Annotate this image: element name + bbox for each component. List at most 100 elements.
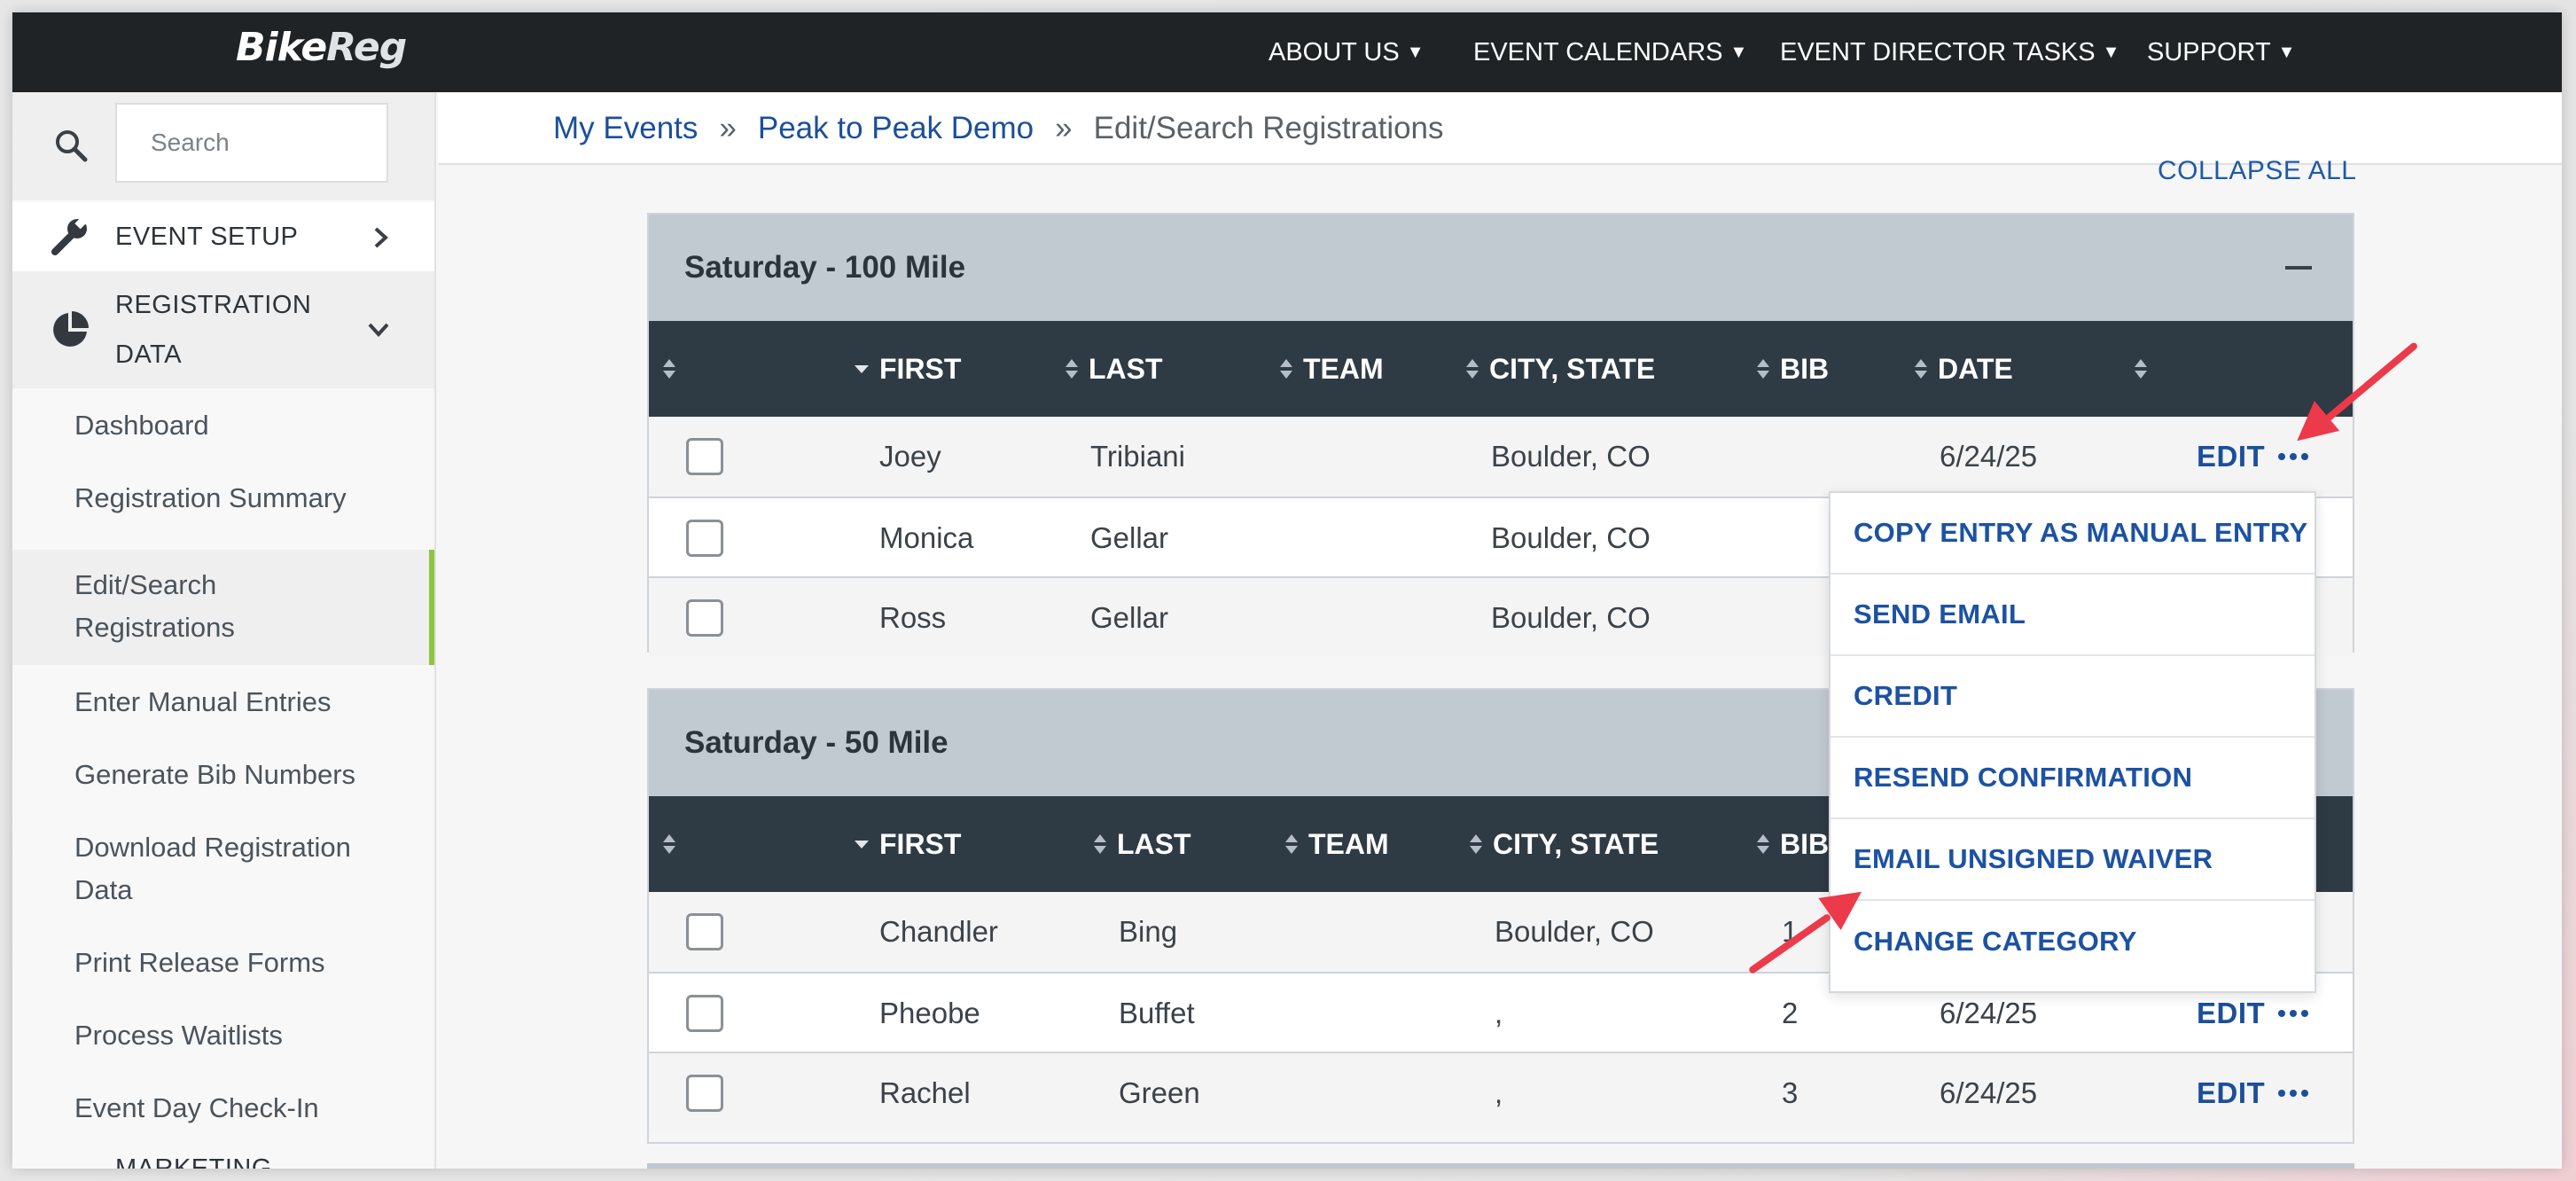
row-checkbox[interactable]: [686, 995, 723, 1032]
row-actions-dropdown: COPY ENTRY AS MANUAL ENTRY SEND EMAIL CR…: [1829, 491, 2316, 993]
edit-link[interactable]: EDIT: [2197, 1053, 2265, 1133]
row-checkbox[interactable]: [686, 599, 723, 637]
sidebar-section-label: REGISTRATION: [115, 291, 312, 319]
menu-item-copy-entry[interactable]: COPY ENTRY AS MANUAL ENTRY: [1831, 493, 2314, 575]
cell-bib: 2: [1782, 997, 1799, 1029]
nav-about-us[interactable]: ABOUT US ▼: [1268, 12, 1425, 92]
sort-icon: [663, 834, 675, 854]
sort-desc-icon: [855, 840, 869, 849]
cell-date: 6/24/25: [1940, 1076, 2038, 1109]
cell-city-state: ,: [1495, 997, 1503, 1029]
breadcrumb-separator: »: [1055, 111, 1073, 145]
column-bib[interactable]: BIB: [1757, 796, 1829, 892]
menu-item-resend-confirmation[interactable]: RESEND CONFIRMATION: [1831, 738, 2314, 819]
sort-icon: [1280, 359, 1292, 379]
sidebar-item-registration-summary[interactable]: Registration Summary: [74, 477, 347, 520]
more-options-icon[interactable]: [2278, 1053, 2308, 1133]
column-last[interactable]: LAST: [1066, 321, 1163, 417]
sort-icon: [1757, 834, 1769, 854]
group-header[interactable]: Saturday - 100 Mile: [649, 215, 2353, 321]
cell-last: Bing: [1119, 915, 1178, 948]
chevron-right-icon: [374, 227, 388, 248]
column-city-state[interactable]: CITY, STATE: [1466, 321, 1655, 417]
sidebar-item-event-day-check-in[interactable]: Event Day Check-In: [74, 1087, 319, 1130]
caret-down-icon: ▼: [2277, 42, 2296, 62]
row-checkbox[interactable]: [686, 1075, 723, 1112]
column-team[interactable]: TEAM: [1280, 321, 1384, 417]
sidebar-item-print-release-forms[interactable]: Print Release Forms: [74, 942, 325, 984]
cell-bib: 3: [1782, 1076, 1799, 1109]
nav-support[interactable]: SUPPORT ▼: [2147, 12, 2295, 92]
sidebar-item-process-waitlists[interactable]: Process Waitlists: [74, 1014, 283, 1057]
sort-icon: [1757, 359, 1769, 379]
bikereg-logo[interactable]: BikeReg: [236, 25, 407, 70]
cell-city-state: Boulder, CO: [1491, 601, 1651, 634]
search-input[interactable]: Search: [115, 103, 388, 183]
column-first[interactable]: FIRST: [855, 796, 961, 892]
wrench-icon: [51, 217, 87, 255]
sort-icon: [1470, 834, 1482, 854]
sidebar-item-dashboard[interactable]: Dashboard: [74, 404, 209, 447]
column-date[interactable]: DATE: [1915, 321, 2013, 417]
column-team[interactable]: TEAM: [1285, 796, 1389, 892]
cell-first: Rachel: [879, 1076, 971, 1109]
sidebar-item-label: Edit/Search: [74, 569, 217, 600]
breadcrumb-separator: »: [719, 111, 737, 145]
sidebar-section-label: MARKETING: [115, 1154, 272, 1169]
sidebar-item-edit-search-registrations[interactable]: Edit/Search Registrations: [12, 550, 434, 665]
breadcrumb: My Events » Peak to Peak Demo » Edit/Sea…: [553, 92, 1444, 165]
cell-city-state: Boulder, CO: [1491, 521, 1651, 554]
row-checkbox[interactable]: [686, 913, 723, 950]
cell-bib: 1: [1782, 915, 1799, 948]
pie-chart-icon: [53, 311, 89, 347]
search-icon[interactable]: [53, 128, 89, 163]
breadcrumb-event[interactable]: Peak to Peak Demo: [758, 111, 1034, 146]
menu-item-credit[interactable]: CREDIT: [1831, 656, 2314, 738]
sort-icon: [1466, 359, 1479, 379]
column-last[interactable]: LAST: [1094, 796, 1191, 892]
collapse-all-link[interactable]: COLLAPSE ALL: [2158, 156, 2356, 186]
column-city-state[interactable]: CITY, STATE: [1470, 796, 1659, 892]
row-checkbox[interactable]: [686, 520, 723, 557]
sort-icon: [1094, 834, 1106, 854]
next-group-header-edge: [647, 1163, 2354, 1169]
table-header: FIRST LAST TEAM CITY, STATE BIB DATE: [649, 321, 2353, 417]
menu-item-change-category[interactable]: CHANGE CATEGORY: [1831, 901, 2314, 982]
column-bib[interactable]: BIB: [1757, 321, 1829, 417]
cell-first: Joey: [879, 440, 941, 473]
column-first[interactable]: FIRST: [855, 321, 961, 417]
cell-city-state: ,: [1495, 1076, 1503, 1109]
column-actions[interactable]: [2135, 321, 2158, 417]
sort-icon: [2135, 359, 2147, 379]
cell-date: 6/24/25: [1940, 440, 2038, 473]
sort-icon: [1915, 359, 1927, 379]
cell-last: Green: [1119, 1076, 1200, 1109]
breadcrumb-bar: My Events » Peak to Peak Demo » Edit/Sea…: [438, 92, 2562, 165]
sidebar-section-label: DATA: [115, 340, 183, 369]
edit-link[interactable]: EDIT: [2197, 417, 2265, 497]
collapse-minus-icon[interactable]: [2285, 266, 2312, 270]
sidebar-search-row: Search: [12, 92, 434, 200]
sidebar-section-label: EVENT SETUP: [115, 223, 299, 251]
nav-event-calendars[interactable]: EVENT CALENDARS ▼: [1473, 12, 1747, 92]
breadcrumb-my-events[interactable]: My Events: [553, 111, 698, 146]
sidebar-item-label: Download Registration: [74, 832, 351, 863]
table-row: Rachel Green , 3 6/24/25 EDIT: [649, 1052, 2353, 1131]
cell-first: Monica: [879, 521, 974, 554]
sort-icon: [1285, 834, 1298, 854]
sort-select-column[interactable]: [663, 796, 686, 892]
sidebar-item-label: Data: [74, 874, 133, 905]
sidebar-section-registration-data[interactable]: REGISTRATION DATA: [12, 271, 434, 388]
sidebar-item-generate-bib-numbers[interactable]: Generate Bib Numbers: [74, 754, 355, 796]
row-checkbox[interactable]: [686, 438, 723, 475]
cell-city-state: Boulder, CO: [1495, 915, 1654, 948]
sort-icon: [1066, 359, 1078, 379]
sort-select-column[interactable]: [663, 321, 686, 417]
sidebar-section-event-setup[interactable]: EVENT SETUP: [12, 202, 434, 271]
menu-item-email-unsigned-waiver[interactable]: EMAIL UNSIGNED WAIVER: [1831, 819, 2314, 901]
nav-event-director-tasks[interactable]: EVENT DIRECTOR TASKS ▼: [1780, 12, 2119, 92]
menu-item-send-email[interactable]: SEND EMAIL: [1831, 575, 2314, 656]
sidebar-item-enter-manual-entries[interactable]: Enter Manual Entries: [74, 681, 331, 723]
cell-first: Chandler: [879, 915, 998, 948]
sidebar-section-marketing[interactable]: MARKETING: [12, 1147, 434, 1169]
